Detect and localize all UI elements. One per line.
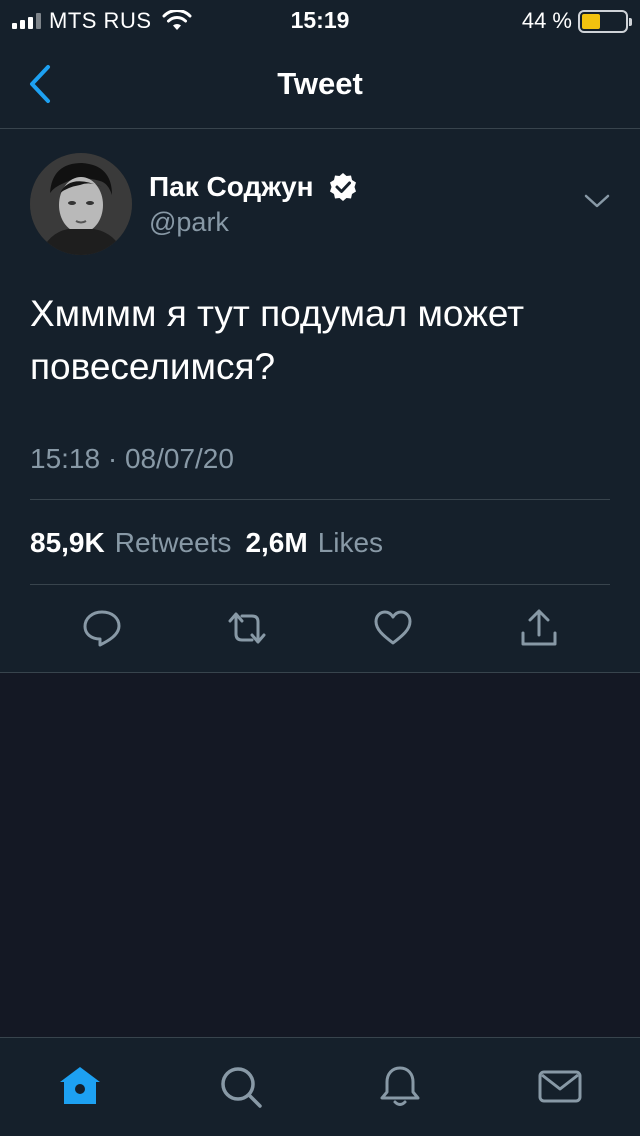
retweets-label[interactable]: Retweets [115,527,232,559]
divider [30,499,610,500]
avatar-photo [30,153,132,255]
author-display-name[interactable]: Пак Соджун [149,171,314,203]
tweet-text: Хмммм я тут подумал может повеселимся? [30,293,525,387]
tweet-stats: 85,9K Retweets 2,6M Likes [30,527,397,559]
likes-count[interactable]: 2,6M [245,527,307,559]
tweet-timestamp: 15:18 · 08/07/20 [30,443,234,474]
home-icon[interactable] [56,1062,104,1110]
tweet-detail: Пак Соджун @park Хмммм я тут подумал мож… [0,129,640,673]
author-handle[interactable]: @park [149,207,229,238]
reply-icon[interactable] [81,607,123,649]
status-right: 44 % [521,8,632,34]
avatar[interactable] [30,153,132,255]
battery-icon [578,9,632,33]
retweet-icon[interactable] [226,607,268,649]
author-name-row[interactable]: Пак Соджун [149,171,358,203]
heart-icon[interactable] [372,607,414,649]
share-icon[interactable] [518,607,560,649]
navigation-bar: Tweet [0,40,640,129]
divider [30,584,610,585]
bell-icon[interactable] [376,1062,424,1110]
likes-label[interactable]: Likes [318,527,383,559]
retweets-count[interactable]: 85,9K [30,527,105,559]
status-bar: MTS RUS 15:19 44 % [0,0,640,40]
chevron-down-icon[interactable] [584,193,610,209]
battery-fill [582,13,601,29]
mail-icon[interactable] [536,1062,584,1110]
bottom-tab-bar [0,1037,640,1136]
verified-badge-icon [329,173,356,201]
page-title: Tweet [277,66,363,101]
battery-percent: 44 % [521,8,572,33]
search-icon[interactable] [216,1062,264,1110]
tweet-detail-screen: MTS RUS 15:19 44 % Tweet Пак Соджун @par… [0,0,640,1136]
